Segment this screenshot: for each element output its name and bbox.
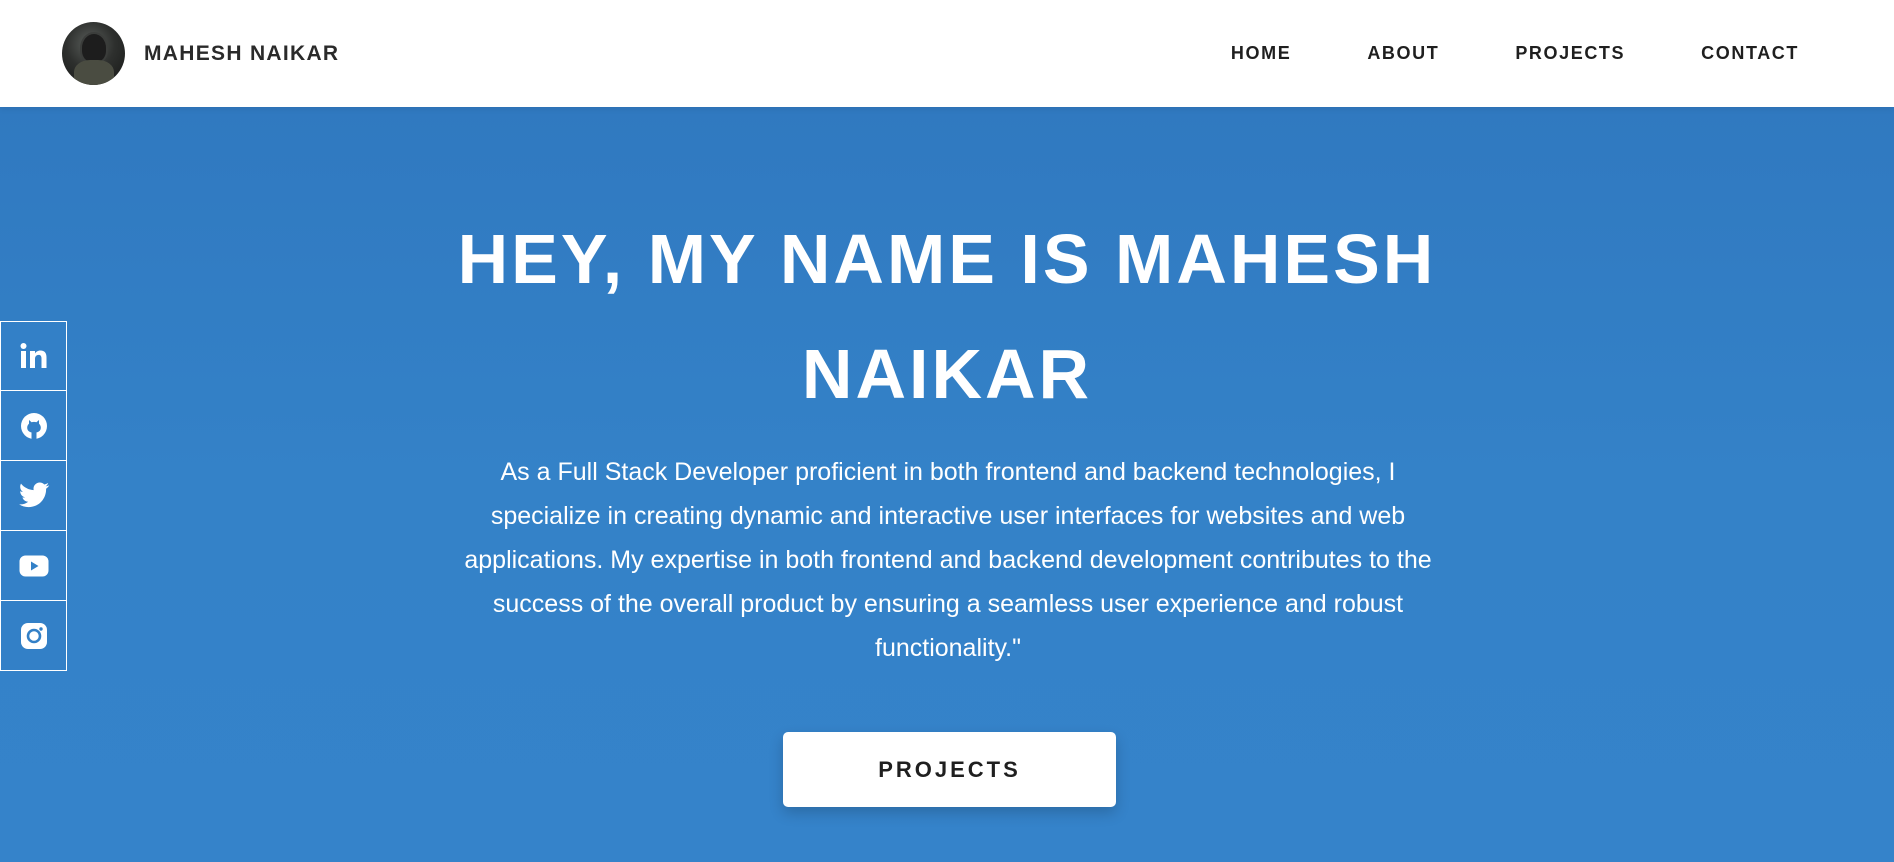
- nav-about-link[interactable]: ABOUT: [1367, 43, 1439, 64]
- hero-title: HEY, MY NAME IS MAHESH NAIKAR: [447, 202, 1447, 432]
- brand-name[interactable]: MAHESH NAIKAR: [144, 42, 339, 66]
- twitter-icon: [18, 482, 49, 508]
- social-sidebar: [0, 321, 67, 671]
- projects-button[interactable]: PROJECTS: [783, 732, 1116, 807]
- youtube-icon: [19, 555, 48, 576]
- youtube-link[interactable]: [0, 531, 67, 601]
- linkedin-icon: [20, 343, 46, 368]
- brand[interactable]: MAHESH NAIKAR: [62, 22, 339, 85]
- hero-title-line1: HEY, MY NAME IS MAHESH: [457, 220, 1437, 298]
- github-icon: [20, 412, 47, 439]
- instagram-link[interactable]: [0, 601, 67, 671]
- avatar: [62, 22, 125, 85]
- nav-projects-link[interactable]: PROJECTS: [1515, 43, 1625, 64]
- main-nav: HOME ABOUT PROJECTS CONTACT: [1231, 43, 1799, 64]
- hero-section: HEY, MY NAME IS MAHESH NAIKAR As a Full …: [0, 107, 1894, 862]
- nav-contact-link[interactable]: CONTACT: [1701, 43, 1799, 64]
- linkedin-link[interactable]: [0, 321, 67, 391]
- hero-title-line2: NAIKAR: [801, 335, 1093, 413]
- instagram-icon: [20, 622, 47, 649]
- hero-description: As a Full Stack Developer proficient in …: [464, 458, 1432, 662]
- nav-home-link[interactable]: HOME: [1231, 43, 1291, 64]
- twitter-link[interactable]: [0, 461, 67, 531]
- site-header: MAHESH NAIKAR HOME ABOUT PROJECTS CONTAC…: [0, 0, 1894, 107]
- github-link[interactable]: [0, 391, 67, 461]
